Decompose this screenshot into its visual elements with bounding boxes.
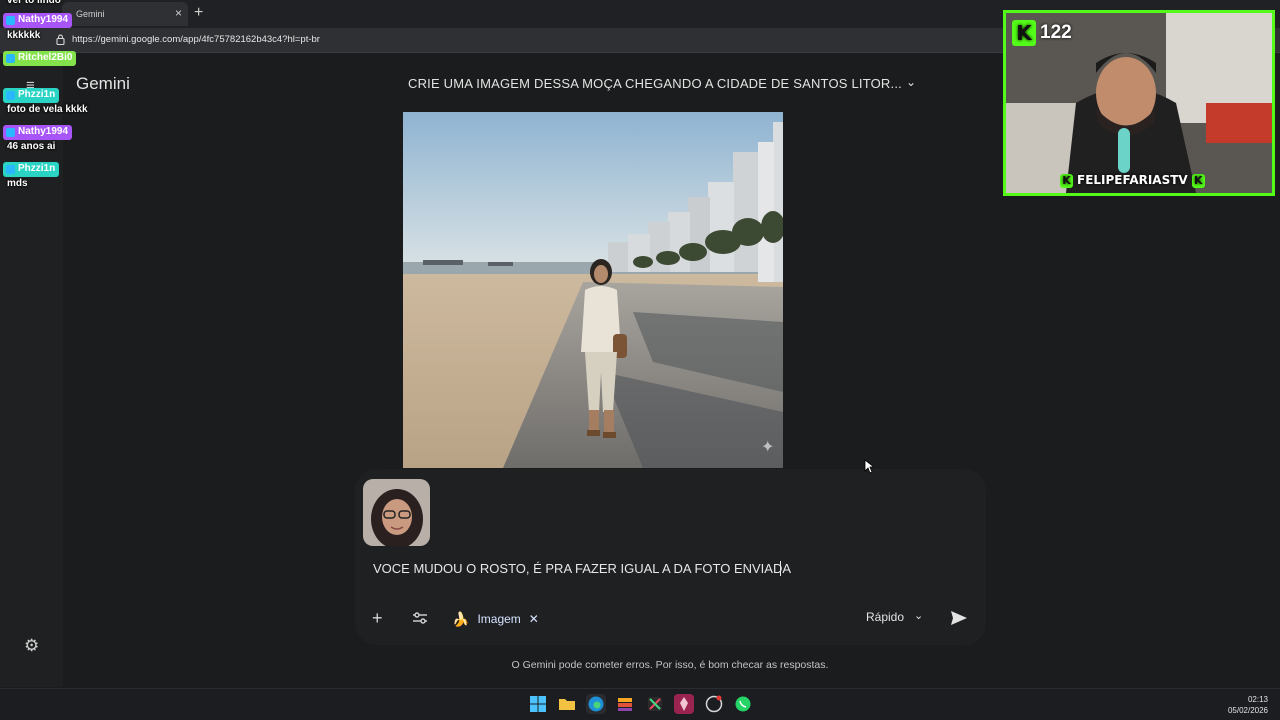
chat-message: foto de vela kkkk bbox=[7, 104, 88, 115]
generated-image[interactable]: ✦ bbox=[403, 112, 783, 468]
streaming-app-icon[interactable] bbox=[674, 694, 694, 714]
whatsapp-icon[interactable] bbox=[733, 694, 753, 714]
chat-username-badge: Nathy1994 bbox=[3, 125, 73, 140]
kick-logo-icon: K bbox=[1012, 20, 1036, 46]
svg-text:✦: ✦ bbox=[761, 437, 774, 456]
chat-username-badge: Ritchel2Bi0 bbox=[3, 51, 77, 66]
mouse-cursor bbox=[864, 459, 874, 474]
chevron-down-icon[interactable]: ⌄ bbox=[914, 609, 923, 622]
image-tool-chip[interactable]: 🍌 Imagem ✕ bbox=[452, 609, 539, 629]
chat-message: ver to lindo bbox=[7, 0, 61, 6]
streamer-name-label: K FELIPEFARIASTV K bbox=[1060, 173, 1205, 188]
browser-tab-gemini[interactable]: Gemini × bbox=[62, 2, 188, 26]
prompt-input[interactable]: VOCE MUDOU O ROSTO, É PRA FAZER IGUAL A … bbox=[373, 561, 791, 576]
remove-chip-icon[interactable]: ✕ bbox=[529, 612, 539, 626]
send-icon[interactable] bbox=[950, 610, 968, 626]
edge-browser-icon[interactable] bbox=[586, 694, 606, 714]
clock-date: 05/02/2026 bbox=[1227, 706, 1268, 715]
banana-icon: 🍌 bbox=[452, 610, 470, 627]
gemini-logo[interactable]: Gemini bbox=[76, 74, 130, 94]
windows-start-icon[interactable] bbox=[528, 694, 548, 714]
model-selector[interactable]: Rápido bbox=[866, 610, 904, 624]
settings-gear-icon[interactable]: ⚙ bbox=[24, 636, 39, 656]
kick-logo-icon: K bbox=[1191, 174, 1205, 188]
tools-sliders-icon[interactable] bbox=[412, 610, 428, 626]
system-clock[interactable]: 02:13 05/02/2026 bbox=[1210, 694, 1268, 716]
clock-time: 02:13 bbox=[1247, 695, 1268, 704]
tab-close-icon[interactable]: × bbox=[175, 6, 182, 20]
disclaimer-text: O Gemini pode cometer erros. Por isso, é… bbox=[511, 659, 829, 671]
windows-taskbar bbox=[0, 688, 1280, 720]
chat-message: 46 anos ai bbox=[7, 141, 56, 152]
viewer-count: K 122 bbox=[1012, 18, 1072, 48]
add-icon[interactable]: + bbox=[372, 608, 383, 629]
obs-studio-icon[interactable] bbox=[704, 694, 724, 714]
url-input[interactable]: https://gemini.google.com/app/4fc7578216… bbox=[72, 34, 320, 45]
kick-logo-icon: K bbox=[1060, 174, 1073, 188]
chevron-down-icon[interactable]: ⌄ bbox=[906, 75, 916, 89]
chat-username-badge: Phzzi1n bbox=[3, 162, 60, 177]
chat-message: mds bbox=[7, 178, 28, 189]
media-app-icon[interactable] bbox=[645, 694, 665, 714]
attached-photo-thumbnail[interactable] bbox=[363, 479, 430, 546]
new-tab-button[interactable]: + bbox=[194, 4, 203, 22]
viewer-count-value: 122 bbox=[1040, 22, 1072, 43]
file-explorer-icon[interactable] bbox=[557, 694, 577, 714]
image-chip-label: Imagem bbox=[477, 612, 521, 626]
conversation-title[interactable]: CRIE UMA IMAGEM DESSA MOÇA CHEGANDO A CI… bbox=[408, 76, 902, 91]
chat-username-badge: Phzzi1n bbox=[3, 88, 60, 103]
chat-username-badge: Nathy1994 bbox=[3, 13, 73, 28]
chat-message: kkkkkk bbox=[7, 30, 41, 41]
tab-title: Gemini bbox=[76, 9, 105, 19]
app-stack-icon[interactable] bbox=[615, 694, 635, 714]
streamer-name: FELIPEFARIASTV bbox=[1077, 173, 1188, 187]
text-caret bbox=[780, 561, 781, 576]
lock-icon[interactable] bbox=[56, 34, 65, 45]
